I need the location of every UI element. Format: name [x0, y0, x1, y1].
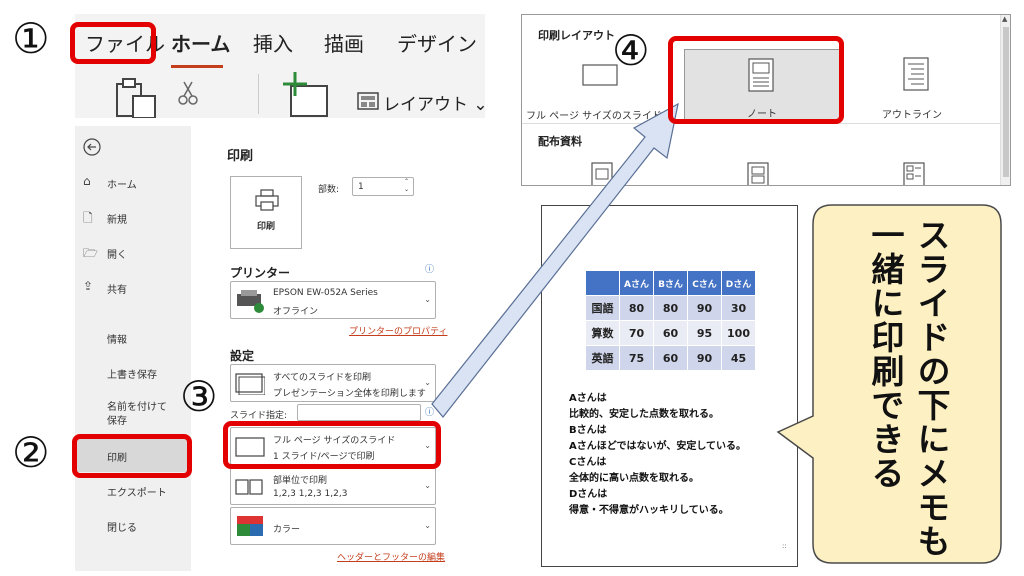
- highlight-file-tab: [70, 22, 156, 64]
- callout-text: スライドの下にメモも一緒に印刷できる: [866, 218, 951, 558]
- pointer-arrow: [431, 102, 679, 418]
- highlight-layout-dropdown: [223, 421, 441, 469]
- highlight-notes-option: [668, 36, 844, 124]
- step-marker-3: ③: [180, 372, 218, 421]
- highlight-print-nav: [72, 434, 192, 478]
- step-marker-4: ④: [612, 26, 650, 75]
- step-marker-1: ①: [12, 14, 50, 63]
- step-marker-2: ②: [12, 428, 50, 477]
